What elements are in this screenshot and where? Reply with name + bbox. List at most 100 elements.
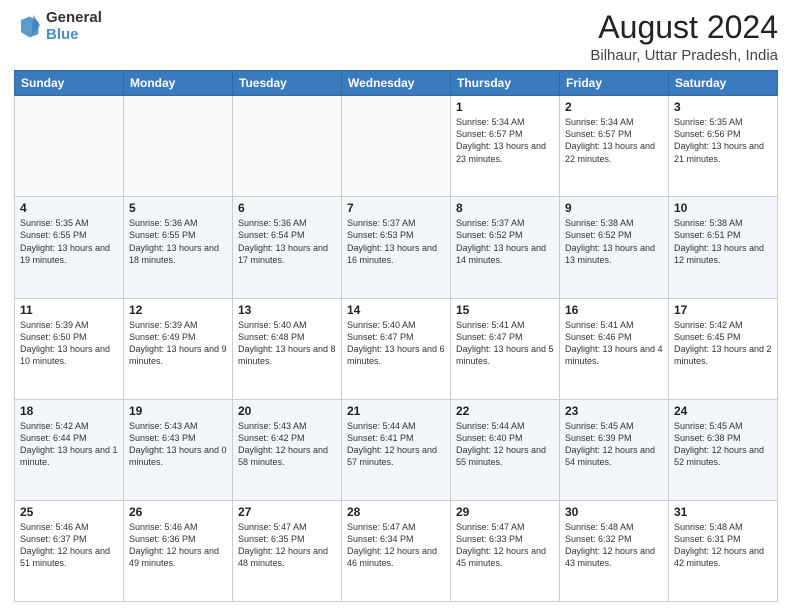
cell-w3-d3: 14Sunrise: 5:40 AM Sunset: 6:47 PM Dayli… [342,298,451,399]
day-info: Sunrise: 5:45 AM Sunset: 6:39 PM Dayligh… [565,420,663,469]
week-row-3: 11Sunrise: 5:39 AM Sunset: 6:50 PM Dayli… [15,298,778,399]
cell-w2-d2: 6 Sunrise: 5:36 AM Sunset: 6:54 PM Daylig… [233,197,342,298]
day-info: Sunrise: 5:42 AM Sunset: 6:44 PM Dayligh… [20,420,118,469]
week-row-4: 18 Sunrise: 5:42 AM Sunset: 6:44 PM Dayli… [15,399,778,500]
cell-w1-d2 [233,96,342,197]
cell-w4-d0: 18 Sunrise: 5:42 AM Sunset: 6:44 PM Dayli… [15,399,124,500]
cell-w2-d5: 9Sunrise: 5:38 AM Sunset: 6:52 PM Daylig… [560,197,669,298]
day-number: 1 [456,100,554,114]
cell-w5-d3: 28Sunrise: 5:47 AM Sunset: 6:34 PM Dayli… [342,500,451,601]
cell-w1-d1 [124,96,233,197]
cell-w1-d3 [342,96,451,197]
day-number: 18 [20,404,118,418]
cell-w2-d0: 4Sunrise: 5:35 AM Sunset: 6:55 PM Daylig… [15,197,124,298]
day-info: Sunrise: 5:44 AM Sunset: 6:41 PM Dayligh… [347,420,445,469]
day-number: 13 [238,303,336,317]
day-info: Sunrise: 5:47 AM Sunset: 6:33 PM Dayligh… [456,521,554,570]
day-number: 6 [238,201,336,215]
day-info: Sunrise: 5:41 AM Sunset: 6:46 PM Dayligh… [565,319,663,368]
week-row-1: 1 Sunrise: 5:34 AM Sunset: 6:57 PM Daylig… [15,96,778,197]
cell-w1-d4: 1 Sunrise: 5:34 AM Sunset: 6:57 PM Daylig… [451,96,560,197]
header-monday: Monday [124,71,233,96]
day-number: 12 [129,303,227,317]
cell-w3-d4: 15 Sunrise: 5:41 AM Sunset: 6:47 PM Dayli… [451,298,560,399]
day-number: 30 [565,505,663,519]
day-info: Sunrise: 5:42 AM Sunset: 6:45 PM Dayligh… [674,319,772,368]
day-number: 16 [565,303,663,317]
day-info: Sunrise: 5:48 AM Sunset: 6:32 PM Dayligh… [565,521,663,570]
day-number: 25 [20,505,118,519]
cell-w5-d6: 31 Sunrise: 5:48 AM Sunset: 6:31 PM Dayli… [669,500,778,601]
day-number: 29 [456,505,554,519]
day-number: 3 [674,100,772,114]
cell-w4-d3: 21 Sunrise: 5:44 AM Sunset: 6:41 PM Dayli… [342,399,451,500]
header-row: Sunday Monday Tuesday Wednesday Thursday… [15,71,778,96]
day-info: Sunrise: 5:44 AM Sunset: 6:40 PM Dayligh… [456,420,554,469]
day-number: 17 [674,303,772,317]
header-saturday: Saturday [669,71,778,96]
day-info: Sunrise: 5:34 AM Sunset: 6:57 PM Dayligh… [565,116,663,165]
logo-text: General Blue [46,10,102,43]
day-info: Sunrise: 5:46 AM Sunset: 6:36 PM Dayligh… [129,521,227,570]
cell-w2-d6: 10Sunrise: 5:38 AM Sunset: 6:51 PM Dayli… [669,197,778,298]
logo-line2: Blue [46,27,102,44]
day-info: Sunrise: 5:48 AM Sunset: 6:31 PM Dayligh… [674,521,772,570]
day-info: Sunrise: 5:38 AM Sunset: 6:51 PM Dayligh… [674,217,772,266]
day-number: 5 [129,201,227,215]
day-info: Sunrise: 5:43 AM Sunset: 6:43 PM Dayligh… [129,420,227,469]
header-sunday: Sunday [15,71,124,96]
cell-w3-d2: 13 Sunrise: 5:40 AM Sunset: 6:48 PM Dayli… [233,298,342,399]
header-friday: Friday [560,71,669,96]
cell-w4-d1: 19Sunrise: 5:43 AM Sunset: 6:43 PM Dayli… [124,399,233,500]
day-info: Sunrise: 5:41 AM Sunset: 6:47 PM Dayligh… [456,319,554,368]
cell-w5-d5: 30 Sunrise: 5:48 AM Sunset: 6:32 PM Dayli… [560,500,669,601]
title-section: August 2024 Bilhaur, Uttar Pradesh, Indi… [590,10,778,64]
cell-w5-d0: 25 Sunrise: 5:46 AM Sunset: 6:37 PM Dayli… [15,500,124,601]
day-number: 28 [347,505,445,519]
day-number: 23 [565,404,663,418]
day-info: Sunrise: 5:43 AM Sunset: 6:42 PM Dayligh… [238,420,336,469]
cell-w1-d0 [15,96,124,197]
day-number: 20 [238,404,336,418]
day-number: 31 [674,505,772,519]
cell-w4-d5: 23 Sunrise: 5:45 AM Sunset: 6:39 PM Dayli… [560,399,669,500]
day-number: 4 [20,201,118,215]
day-info: Sunrise: 5:45 AM Sunset: 6:38 PM Dayligh… [674,420,772,469]
cell-w4-d2: 20 Sunrise: 5:43 AM Sunset: 6:42 PM Dayli… [233,399,342,500]
cell-w4-d4: 22Sunrise: 5:44 AM Sunset: 6:40 PM Dayli… [451,399,560,500]
day-info: Sunrise: 5:46 AM Sunset: 6:37 PM Dayligh… [20,521,118,570]
day-info: Sunrise: 5:36 AM Sunset: 6:55 PM Dayligh… [129,217,227,266]
day-number: 27 [238,505,336,519]
cell-w3-d0: 11Sunrise: 5:39 AM Sunset: 6:50 PM Dayli… [15,298,124,399]
day-number: 8 [456,201,554,215]
day-info: Sunrise: 5:39 AM Sunset: 6:50 PM Dayligh… [20,319,118,368]
day-info: Sunrise: 5:40 AM Sunset: 6:48 PM Dayligh… [238,319,336,368]
cell-w3-d5: 16 Sunrise: 5:41 AM Sunset: 6:46 PM Dayli… [560,298,669,399]
logo-icon [14,13,42,41]
subtitle: Bilhaur, Uttar Pradesh, India [590,47,778,64]
logo-line1: General [46,10,102,27]
cell-w2-d3: 7Sunrise: 5:37 AM Sunset: 6:53 PM Daylig… [342,197,451,298]
day-info: Sunrise: 5:36 AM Sunset: 6:54 PM Dayligh… [238,217,336,266]
week-row-2: 4Sunrise: 5:35 AM Sunset: 6:55 PM Daylig… [15,197,778,298]
cell-w1-d6: 3Sunrise: 5:35 AM Sunset: 6:56 PM Daylig… [669,96,778,197]
cell-w2-d4: 8Sunrise: 5:37 AM Sunset: 6:52 PM Daylig… [451,197,560,298]
day-info: Sunrise: 5:47 AM Sunset: 6:35 PM Dayligh… [238,521,336,570]
cell-w1-d5: 2 Sunrise: 5:34 AM Sunset: 6:57 PM Daylig… [560,96,669,197]
main-title: August 2024 [590,10,778,45]
cell-w5-d4: 29 Sunrise: 5:47 AM Sunset: 6:33 PM Dayli… [451,500,560,601]
day-number: 2 [565,100,663,114]
day-info: Sunrise: 5:39 AM Sunset: 6:49 PM Dayligh… [129,319,227,368]
day-number: 24 [674,404,772,418]
day-info: Sunrise: 5:38 AM Sunset: 6:52 PM Dayligh… [565,217,663,266]
header-tuesday: Tuesday [233,71,342,96]
day-number: 15 [456,303,554,317]
cell-w3-d1: 12 Sunrise: 5:39 AM Sunset: 6:49 PM Dayli… [124,298,233,399]
day-number: 26 [129,505,227,519]
day-info: Sunrise: 5:37 AM Sunset: 6:53 PM Dayligh… [347,217,445,266]
page: General Blue August 2024 Bilhaur, Uttar … [0,0,792,612]
cell-w5-d2: 27 Sunrise: 5:47 AM Sunset: 6:35 PM Dayli… [233,500,342,601]
day-number: 21 [347,404,445,418]
header-thursday: Thursday [451,71,560,96]
day-info: Sunrise: 5:34 AM Sunset: 6:57 PM Dayligh… [456,116,554,165]
